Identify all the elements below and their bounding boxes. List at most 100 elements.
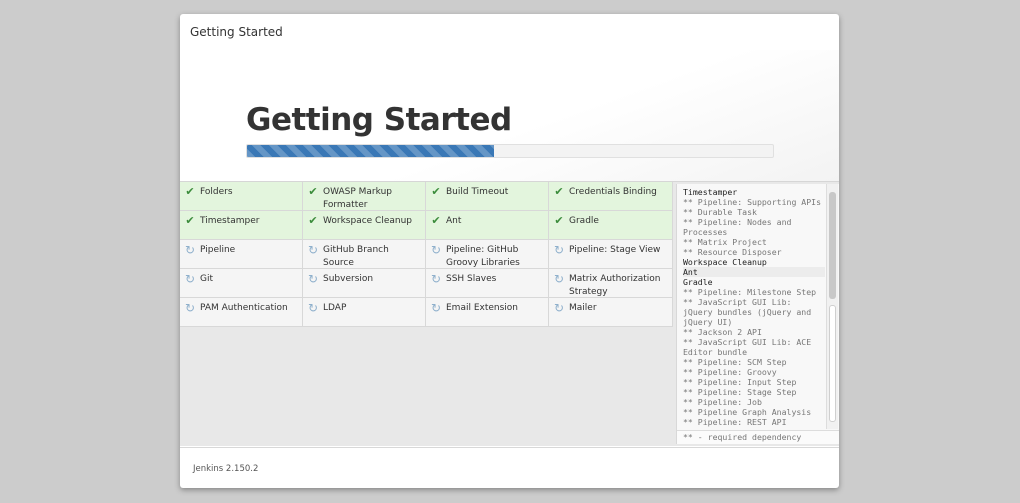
plugin-cell: ↻ Pipeline [180, 240, 303, 269]
plugin-cell: ↻ GitHub Branch Source [303, 240, 426, 269]
checkmark-icon: ✔ [554, 185, 564, 198]
plugin-cell: ✔ Workspace Cleanup [303, 211, 426, 240]
progress-fill [247, 145, 495, 157]
plugin-name: Ant [446, 216, 462, 226]
log-dependency-line: ** Pipeline: SCM Step [683, 357, 787, 367]
log-scrollbar-thumb[interactable] [829, 192, 836, 299]
refresh-icon: ↻ [553, 272, 565, 286]
refresh-icon: ↻ [184, 243, 196, 257]
plugin-name: LDAP [323, 303, 347, 313]
log-legend: ** - required dependency [677, 430, 839, 444]
log-dependency-line: ** Pipeline: REST API [683, 417, 787, 427]
plugin-name: Workspace Cleanup [323, 216, 413, 226]
log-dependency-line: ** Pipeline: Stage Step [683, 387, 797, 397]
refresh-icon: ↻ [553, 243, 565, 257]
plugin-name: Build Timeout [446, 187, 509, 197]
plugin-row: ✔ Folders ✔ OWASP Markup Formatter ✔ Build Ti… [180, 182, 674, 211]
plugin-row: ↻ PAM Authentication ↻ LDAP ↻ Email Extension… [180, 298, 674, 327]
plugin-name: Pipeline [200, 245, 236, 255]
plugin-cell: ↻ PAM Authentication [180, 298, 303, 327]
checkmark-icon: ✔ [185, 214, 195, 227]
plugin-name: Git [200, 274, 214, 284]
plugin-cell: ✔ Ant [426, 211, 549, 240]
plugin-name: Credentials Binding [569, 187, 657, 197]
refresh-icon: ↻ [430, 243, 442, 257]
plugin-cell: ✔ Gradle [549, 211, 673, 240]
plugin-cell: ↻ Email Extension [426, 298, 549, 327]
dialog-footer: Jenkins 2.150.2 [180, 447, 839, 488]
page-title: Getting Started [246, 102, 512, 138]
plugin-name: Pipeline: GitHub Groovy Libraries [446, 245, 520, 268]
plugin-name: Gradle [569, 216, 599, 226]
plugin-cell: ↻ Subversion [303, 269, 426, 298]
plugin-name: Pipeline: Stage View [569, 245, 661, 255]
log-dependency-line: ** Pipeline Graph Analysis [683, 407, 812, 417]
log-dependency-line: ** Durable Task [683, 207, 757, 217]
plugin-cell: ↻ LDAP [303, 298, 426, 327]
plugin-cell: ✔ Folders [180, 182, 303, 211]
checkmark-icon: ✔ [308, 185, 318, 198]
install-log: Timestamper ** Pipeline: Supporting APIs *… [676, 184, 839, 444]
plugin-cell: ↻ Pipeline: Stage View [549, 240, 673, 269]
plugin-cell: ↻ Matrix Authorization Strategy [549, 269, 673, 298]
plugin-cell: ↻ SSH Slaves [426, 269, 549, 298]
refresh-icon: ↻ [430, 301, 442, 315]
checkmark-icon: ✔ [554, 214, 564, 227]
getting-started-dialog: Getting Started Getting Started ✔ Folders… [180, 14, 839, 488]
refresh-icon: ↻ [307, 243, 319, 257]
log-plugin-line: Workspace Cleanup [683, 257, 767, 267]
log-plugin-line: Ant [683, 267, 825, 277]
log-dependency-line: ** Pipeline: Groovy [683, 367, 777, 377]
refresh-icon: ↻ [307, 301, 319, 315]
checkmark-icon: ✔ [308, 214, 318, 227]
log-dependency-line: ** Jackson 2 API [683, 327, 762, 337]
plugin-cell: ✔ Build Timeout [426, 182, 549, 211]
log-dependency-line: ** Matrix Project [683, 237, 767, 247]
checkmark-icon: ✔ [431, 185, 441, 198]
plugin-row: ↻ Git ↻ Subversion ↻ SSH Slaves ↻ Matrix Author… [180, 269, 674, 298]
refresh-icon: ↻ [184, 272, 196, 286]
plugin-cell: ✔ Timestamper [180, 211, 303, 240]
install-content: ✔ Folders ✔ OWASP Markup Formatter ✔ Build Ti… [180, 182, 839, 446]
plugin-name: SSH Slaves [446, 274, 497, 284]
refresh-icon: ↻ [553, 301, 565, 315]
log-scrollbar[interactable] [826, 184, 838, 429]
plugin-name: Timestamper [200, 216, 260, 226]
log-dependency-line: ** Pipeline: Milestone Step [683, 287, 817, 297]
refresh-icon: ↻ [184, 301, 196, 315]
checkmark-icon: ✔ [185, 185, 195, 198]
log-dependency-line: ** Pipeline: Input Step [683, 377, 797, 387]
plugin-grid: ✔ Folders ✔ OWASP Markup Formatter ✔ Build Ti… [180, 182, 674, 327]
refresh-icon: ↻ [430, 272, 442, 286]
plugin-name: Subversion [323, 274, 374, 284]
jenkins-version: Jenkins 2.150.2 [193, 464, 259, 474]
plugin-name: Folders [200, 187, 233, 197]
dialog-header: Getting Started [180, 14, 839, 51]
plugin-row: ↻ Pipeline ↻ GitHub Branch Source ↻ Pipeline:… [180, 240, 674, 269]
plugin-cell: ✔ Credentials Binding [549, 182, 673, 211]
plugin-name: OWASP Markup Formatter [323, 187, 392, 210]
install-log-lines: Timestamper ** Pipeline: Supporting APIs *… [677, 184, 825, 429]
log-dependency-line: ** Pipeline: Supporting APIs [683, 197, 822, 207]
plugin-name: Mailer [569, 303, 597, 313]
plugin-name: Email Extension [446, 303, 519, 313]
log-plugin-line: Timestamper [683, 187, 738, 197]
plugin-cell: ↻ Git [180, 269, 303, 298]
plugin-row: ✔ Timestamper ✔ Workspace Cleanup ✔ Ant ✔ Gradl… [180, 211, 674, 240]
plugin-name: PAM Authentication [200, 303, 288, 313]
log-dependency-line: ** Pipeline: Nodes and Processes [683, 217, 797, 237]
plugin-name: GitHub Branch Source [323, 245, 389, 268]
install-progress-bar [246, 144, 774, 158]
plugin-cell: ↻ Pipeline: GitHub Groovy Libraries [426, 240, 549, 269]
log-dependency-line: ** Pipeline: Job [683, 397, 762, 407]
dialog-title: Getting Started [190, 25, 283, 39]
refresh-icon: ↻ [307, 272, 319, 286]
log-scrollbar-lower[interactable] [829, 305, 836, 422]
log-dependency-line: ** JavaScript GUI Lib: ACE Editor bundle [683, 337, 817, 357]
log-dependency-line: ** Resource Disposer [683, 247, 782, 257]
plugin-cell: ↻ Mailer [549, 298, 673, 327]
log-dependency-line: ** JavaScript GUI Lib: jQuery bundles (j… [683, 297, 817, 327]
hero-panel: Getting Started [180, 50, 839, 182]
plugin-cell: ✔ OWASP Markup Formatter [303, 182, 426, 211]
log-plugin-line: Gradle [683, 277, 713, 287]
